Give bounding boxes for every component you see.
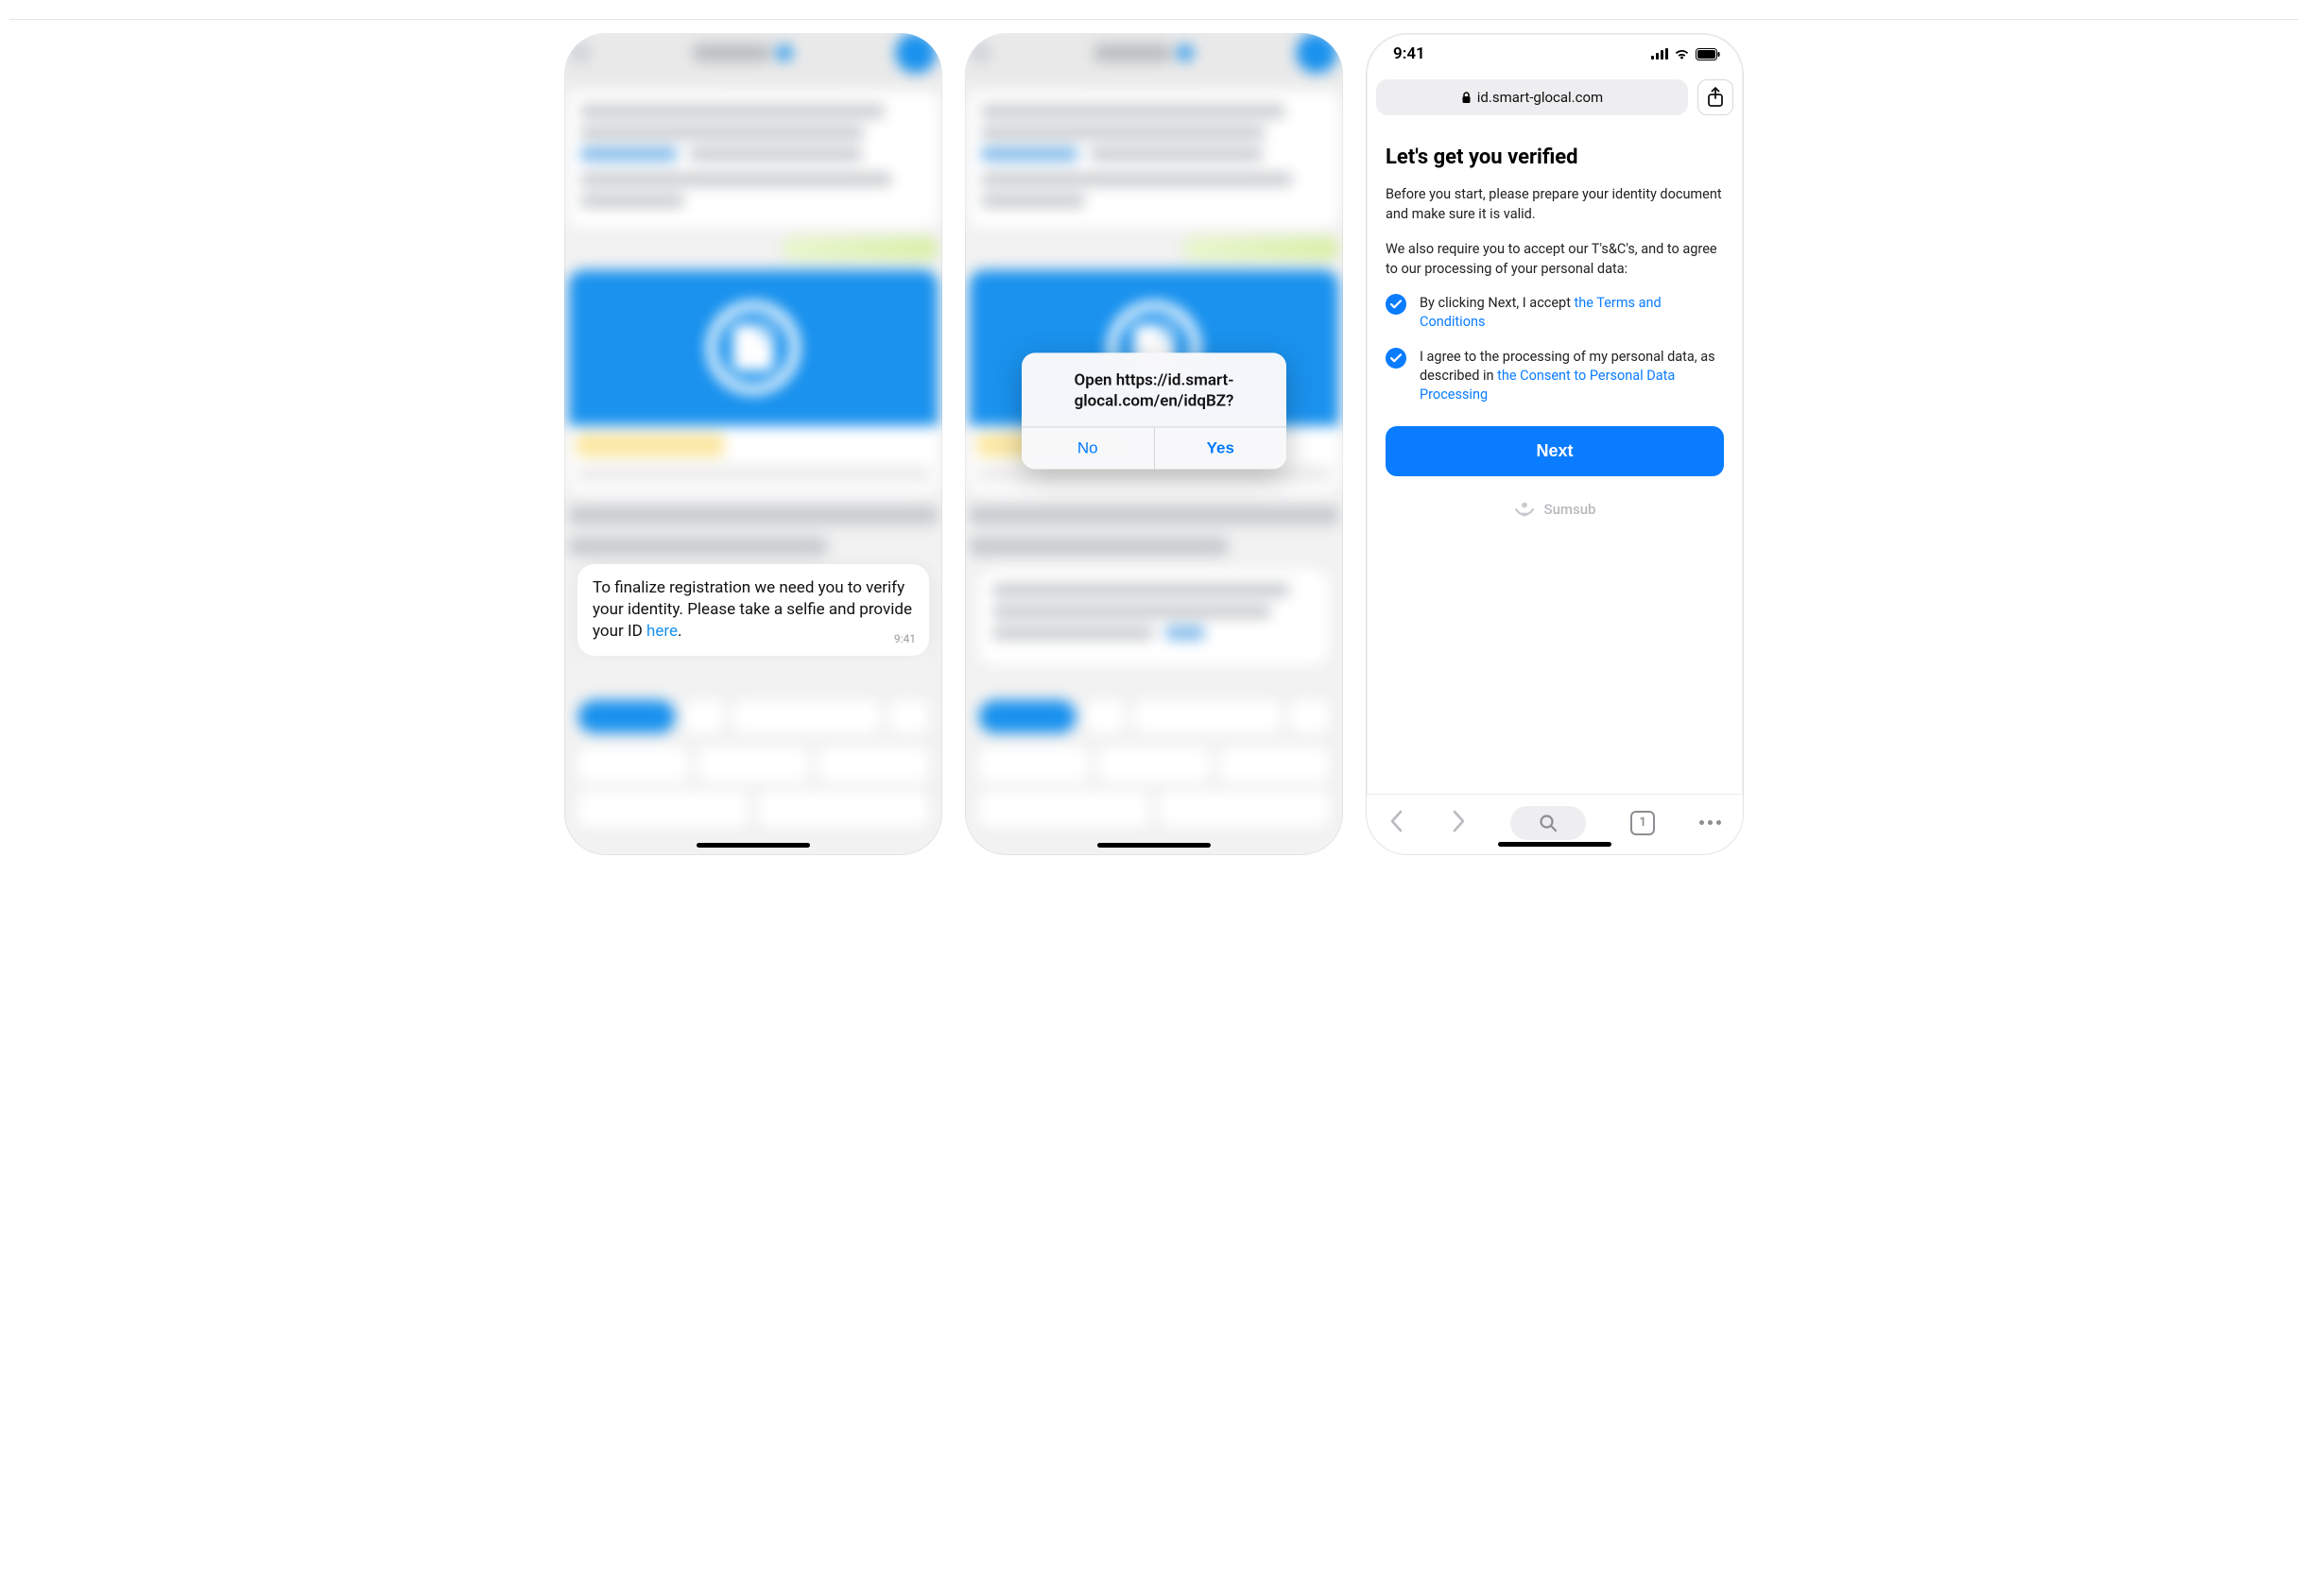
- verify-here-link[interactable]: here: [646, 622, 678, 641]
- chat-message-text-end: .: [678, 622, 681, 641]
- open-url-alert: Open https://id.smart-glocal.com/en/idqB…: [1022, 353, 1286, 470]
- phone-screen-1: To finalize registration we need you to …: [564, 33, 942, 855]
- alert-yes-button[interactable]: Yes: [1154, 428, 1287, 470]
- tabs-count: 1: [1639, 815, 1645, 830]
- terms-checkbox-label: By clicking Next, I accept the Terms and…: [1420, 294, 1724, 333]
- status-bar: 9:41: [1367, 34, 1743, 74]
- check-icon: [1390, 353, 1402, 363]
- status-time: 9:41: [1393, 44, 1425, 63]
- browser-back-button[interactable]: [1388, 809, 1405, 837]
- battery-icon: [1696, 48, 1720, 60]
- share-button[interactable]: [1697, 79, 1733, 115]
- sumsub-icon: [1514, 501, 1535, 518]
- lock-icon: [1461, 92, 1472, 104]
- home-indicator: [1498, 842, 1611, 847]
- home-indicator: [697, 843, 810, 848]
- page-title: Let's get you verified: [1386, 146, 1724, 169]
- browser-tabs-button[interactable]: 1: [1630, 811, 1655, 835]
- wifi-icon: [1674, 48, 1690, 60]
- browser-forward-button[interactable]: [1450, 809, 1467, 837]
- terms-checkbox[interactable]: [1386, 294, 1406, 315]
- alert-no-button[interactable]: No: [1022, 428, 1154, 470]
- consent-checkbox[interactable]: [1386, 348, 1406, 369]
- browser-search-button[interactable]: [1510, 806, 1586, 840]
- cellular-icon: [1651, 48, 1668, 60]
- browser-more-button[interactable]: [1699, 820, 1721, 825]
- blurred-chat-background: [564, 33, 942, 855]
- address-bar[interactable]: id.smart-glocal.com: [1376, 79, 1688, 115]
- sumsub-label: Sumsub: [1544, 501, 1596, 518]
- alert-title: Open https://id.smart-glocal.com/en/idqB…: [1022, 353, 1286, 427]
- phone-screen-3: 9:41 id.smart-glocal.com Let's get you v…: [1366, 33, 1744, 855]
- intro-paragraph-1: Before you start, please prepare your id…: [1386, 184, 1724, 224]
- next-button[interactable]: Next: [1386, 426, 1724, 476]
- chevron-right-icon: [1450, 809, 1467, 833]
- home-indicator: [1097, 843, 1211, 848]
- check-icon: [1390, 300, 1402, 309]
- consent-checkbox-label: I agree to the processing of my personal…: [1420, 348, 1724, 405]
- share-icon: [1707, 87, 1724, 108]
- search-icon: [1539, 814, 1558, 832]
- chat-message-text: To finalize registration we need you to …: [593, 578, 912, 641]
- sumsub-branding: Sumsub: [1386, 501, 1724, 518]
- chevron-left-icon: [1388, 809, 1405, 833]
- url-host-text: id.smart-glocal.com: [1477, 89, 1603, 106]
- phone-screen-2: Open https://id.smart-glocal.com/en/idqB…: [965, 33, 1343, 855]
- intro-paragraph-2: We also require you to accept our T's&C'…: [1386, 239, 1724, 279]
- chat-message-timestamp: 9:41: [894, 631, 916, 646]
- chat-message-bubble: To finalize registration we need you to …: [577, 564, 929, 656]
